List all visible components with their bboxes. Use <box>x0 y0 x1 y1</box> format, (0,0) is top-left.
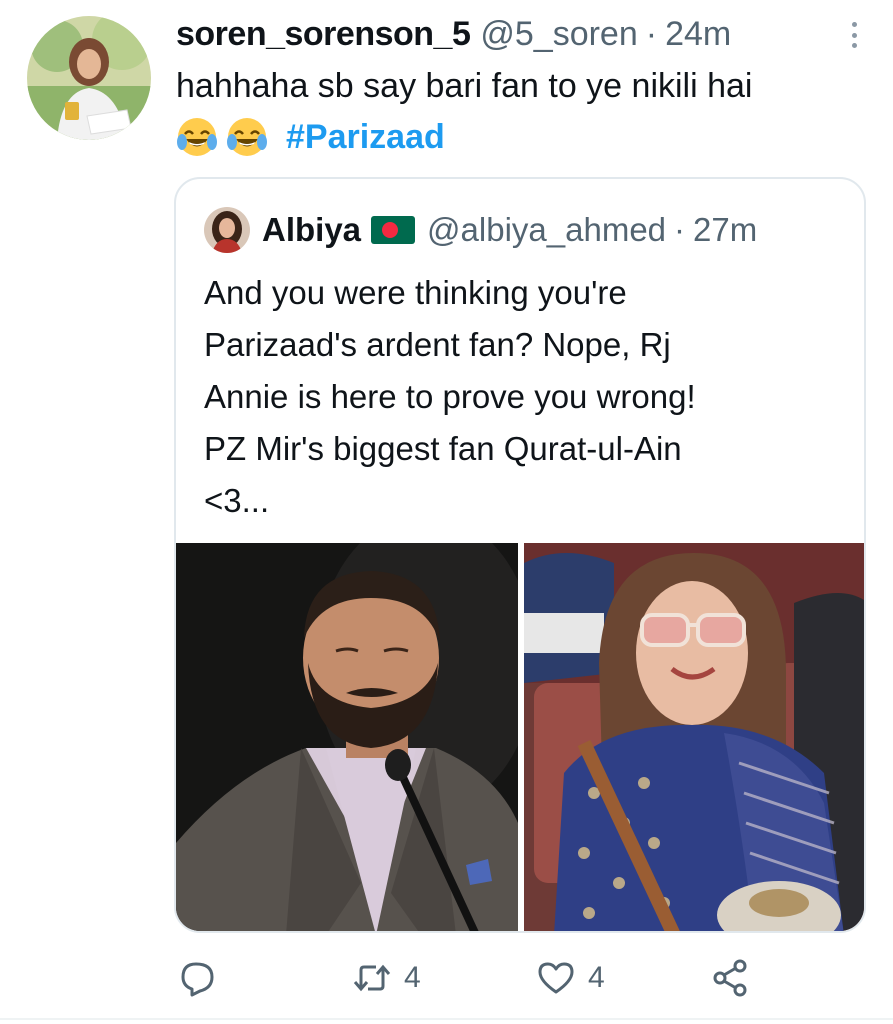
like-button[interactable]: 4 <box>536 958 605 998</box>
author-handle[interactable]: @5_soren <box>480 15 637 54</box>
hashtag-link[interactable]: #Parizaad <box>286 118 445 157</box>
quoted-author-avatar[interactable] <box>204 207 250 253</box>
reply-icon <box>181 962 214 997</box>
tweet-action-bar: 4 4 <box>0 950 893 1006</box>
quoted-text-line: And you were thinking you're <box>204 274 627 311</box>
tweet-text: hahhaha sb say bari fan to ye nikili hai <box>176 67 753 105</box>
retweet-count: 4 <box>404 961 421 994</box>
heart-icon <box>538 962 574 994</box>
face-with-tears-of-joy-icon <box>227 118 267 156</box>
quoted-tweet-header: Albiya @albiya_ahmed · 27m <box>204 207 757 253</box>
like-count: 4 <box>588 961 605 994</box>
quoted-author-display-name[interactable]: Albiya <box>262 211 361 249</box>
quoted-header-separator: · <box>674 211 686 248</box>
header-separator: · <box>645 14 658 53</box>
quoted-text-line: <3... <box>204 482 270 519</box>
quoted-text-line: Annie is here to prove you wrong! <box>204 378 696 415</box>
retweet-icon <box>353 964 391 992</box>
tweet-header: soren_sorenson_5 @5_soren · 24m <box>176 14 731 54</box>
quoted-tweet-timestamp[interactable]: 27m <box>693 211 757 249</box>
media-photo-man-at-microphone[interactable] <box>176 543 518 931</box>
quoted-tweet-media <box>176 543 864 931</box>
tweet-timestamp[interactable]: 24m <box>665 15 731 54</box>
quoted-text-line: PZ Mir's biggest fan Qurat-ul-Ain <box>204 430 682 467</box>
share-icon <box>713 959 747 997</box>
tweet-divider <box>0 1018 893 1020</box>
woman-in-audience-image <box>524 543 864 931</box>
retweet-button[interactable]: 4 <box>352 958 421 998</box>
quoted-author-handle[interactable]: @albiya_ahmed <box>427 211 666 249</box>
reply-button[interactable] <box>178 958 230 998</box>
author-display-name[interactable]: soren_sorenson_5 <box>176 15 471 54</box>
quoted-author-avatar-image <box>204 207 250 253</box>
more-options-icon[interactable] <box>849 22 859 48</box>
author-avatar-image <box>27 16 151 140</box>
author-avatar[interactable] <box>27 16 151 140</box>
quoted-text-line: Parizaad's ardent fan? Nope, Rj <box>204 326 671 363</box>
media-photo-woman-in-audience[interactable] <box>524 543 864 931</box>
man-at-microphone-image <box>176 543 518 931</box>
quoted-tweet-text: And you were thinking you're Parizaad's … <box>204 267 844 527</box>
share-button[interactable] <box>710 958 762 998</box>
bangladesh-flag-icon <box>371 216 416 244</box>
face-with-tears-of-joy-icon <box>177 118 217 156</box>
tweet-text-line2: #Parizaad <box>176 114 445 160</box>
quoted-tweet[interactable]: Albiya @albiya_ahmed · 27m And you were … <box>174 177 866 933</box>
